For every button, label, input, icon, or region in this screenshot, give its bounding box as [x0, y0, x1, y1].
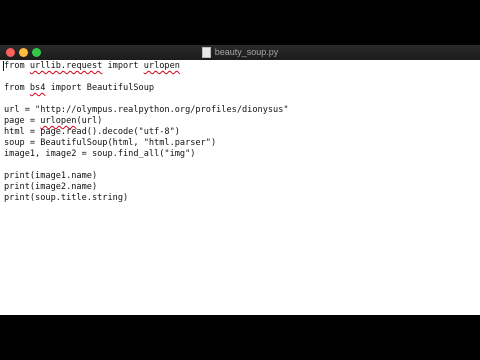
- title-container: beauty_soup.py: [0, 45, 480, 60]
- code-line-3[interactable]: from bs4 import BeautifulSoup: [4, 83, 154, 94]
- code-token: import BeautifulSoup: [45, 83, 155, 93]
- document-icon: [201, 47, 211, 58]
- code-line-8[interactable]: soup = BeautifulSoup(html, "html.parser"…: [4, 138, 216, 149]
- misspelled-token: urlopen: [40, 116, 77, 126]
- code-line-11[interactable]: print(image1.name): [4, 171, 97, 182]
- title-bar[interactable]: beauty_soup.py: [0, 45, 480, 60]
- code-token: from: [4, 61, 30, 71]
- code-line-9[interactable]: image1, image2 = soup.find_all("img"): [4, 149, 195, 160]
- code-editor[interactable]: from urllib.request import urlopen from …: [0, 60, 480, 315]
- code-line-12[interactable]: print(image2.name): [4, 182, 97, 193]
- code-token: (url): [76, 116, 103, 126]
- misspelled-token: bs4: [29, 83, 46, 93]
- code-line-7[interactable]: html = page.read().decode("utf-8"): [4, 127, 180, 138]
- code-token: page =: [4, 116, 41, 126]
- code-line-6[interactable]: page = urlopen(url): [4, 116, 102, 127]
- code-line-5[interactable]: url = "http://olympus.realpython.org/pro…: [4, 105, 289, 116]
- video-frame: beauty_soup.py from urllib.request impor…: [0, 0, 480, 360]
- code-token: from: [4, 83, 30, 93]
- misspelled-token: urlopen: [143, 61, 180, 71]
- editor-window: beauty_soup.py from urllib.request impor…: [0, 45, 480, 315]
- window-title: beauty_soup.py: [214, 47, 279, 57]
- code-line-1[interactable]: from urllib.request import urlopen: [4, 61, 180, 72]
- code-token: import: [102, 61, 144, 71]
- code-line-13[interactable]: print(soup.title.string): [4, 193, 128, 204]
- misspelled-token: urllib.request: [29, 61, 103, 71]
